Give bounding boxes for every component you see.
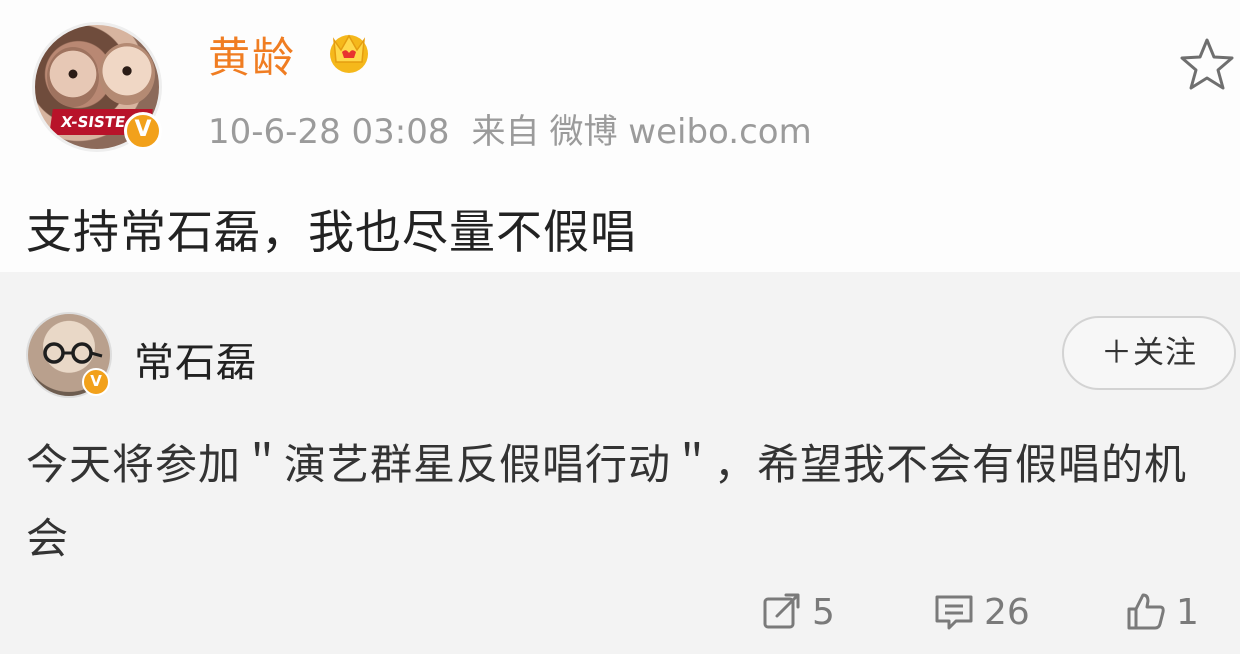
repost-author-name[interactable]: 常石磊	[134, 330, 257, 388]
post-text: 支持常石磊，我也尽量不假唱	[26, 205, 637, 259]
weibo-post: X-SISTE V 黄龄 10-6-28 03:08 来自 微博 weibo.com…	[0, 0, 1240, 272]
post-source-prefix: 来自	[471, 112, 540, 152]
like-count: 1	[1176, 591, 1199, 633]
avatar-glasses	[43, 342, 103, 364]
thumbs-up-icon	[1127, 593, 1165, 630]
avatar-dog-left	[47, 47, 99, 107]
vip-crown-icon	[330, 34, 368, 73]
repost-icon	[763, 593, 800, 629]
post-meta: 10-6-28 03:08 来自 微博 weibo.com	[208, 104, 834, 153]
comment-icon	[935, 595, 973, 630]
comment-count: 26	[984, 591, 1030, 633]
follow-button[interactable]: ＋关注	[1062, 316, 1236, 390]
repost-count: 5	[812, 591, 835, 633]
repost-verified-badge-icon: V	[82, 368, 110, 396]
comment-action-button[interactable]: 26	[932, 586, 1030, 638]
post-timestamp: 10-6-28 03:08	[208, 112, 450, 152]
favorite-star-icon[interactable]	[1178, 36, 1236, 92]
post-source-name[interactable]: 微博 weibo.com	[550, 112, 812, 152]
reposted-card[interactable]: V 常石磊 ＋关注 今天将参加＂演艺群星反假唱行动＂，希望我不会有假唱的机会 5…	[0, 272, 1240, 654]
repost-text: 今天将参加＂演艺群星反假唱行动＂，希望我不会有假唱的机会	[26, 440, 1188, 563]
like-action-button[interactable]: 1	[1124, 586, 1199, 638]
author-name[interactable]: 黄龄	[208, 24, 296, 85]
repost-action-button[interactable]: 5	[760, 586, 835, 638]
avatar-dog-right	[99, 43, 155, 105]
verified-badge-icon: V	[124, 112, 162, 150]
